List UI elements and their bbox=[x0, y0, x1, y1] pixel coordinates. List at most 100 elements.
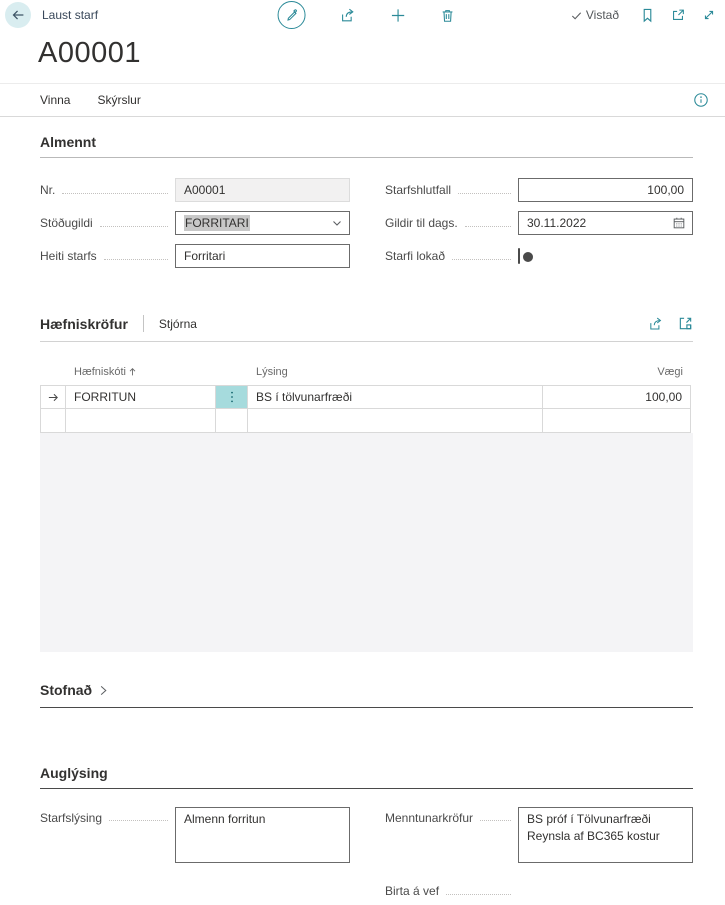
back-button[interactable] bbox=[5, 2, 31, 28]
column-label: Hæfniskóti bbox=[74, 366, 126, 378]
ellipsis-vertical-icon bbox=[230, 390, 234, 404]
starfslysing-textarea[interactable]: Almenn forritun bbox=[175, 807, 350, 863]
pencil-icon bbox=[283, 7, 299, 23]
empty-grid-slot bbox=[40, 879, 350, 903]
haefniskrofur-heading[interactable]: Hæfniskröfur bbox=[40, 316, 128, 332]
nr-input bbox=[175, 178, 350, 202]
active-row-indicator bbox=[40, 385, 66, 409]
page-title: A00001 bbox=[38, 37, 725, 70]
empty-cell[interactable] bbox=[66, 409, 216, 433]
dotted-leader bbox=[446, 894, 511, 895]
empty-cell[interactable] bbox=[543, 409, 691, 433]
share-button[interactable] bbox=[338, 6, 356, 24]
header-selector-cell bbox=[40, 366, 66, 378]
birta-a-vef-label: Birta á vef bbox=[385, 884, 439, 898]
plus-icon bbox=[389, 7, 406, 24]
cell-vaegi[interactable]: 100,00 bbox=[543, 385, 691, 409]
field-starfslysing: Starfslýsing Almenn forritun bbox=[40, 807, 350, 866]
edit-button[interactable] bbox=[277, 1, 305, 29]
part-share-button[interactable] bbox=[647, 315, 664, 332]
stofnad-heading[interactable]: Stofnað bbox=[40, 682, 693, 708]
field-starfshlutfall: Starfshlutfall bbox=[385, 178, 693, 202]
dotted-leader bbox=[109, 820, 168, 821]
column-header-vaegi[interactable]: Vægi bbox=[543, 366, 691, 378]
almennt-heading[interactable]: Almennt bbox=[40, 134, 693, 158]
gildir-til-dags-input[interactable] bbox=[518, 211, 693, 235]
part-icons bbox=[647, 315, 693, 332]
sort-ascending-icon bbox=[128, 367, 137, 377]
dotted-leader bbox=[100, 226, 168, 227]
info-button[interactable] bbox=[693, 92, 709, 108]
haefniskrofur-table: Hæfniskóti Lýsing Vægi FORRITUN BS í töl… bbox=[40, 366, 693, 652]
stodugildi-label: Stöðugildi bbox=[40, 216, 93, 230]
table-empty-area bbox=[40, 433, 693, 652]
empty-cell[interactable] bbox=[216, 409, 248, 433]
field-nr: Nr. bbox=[40, 178, 350, 202]
menu-bar: Vinna Skýrslur bbox=[0, 83, 725, 117]
dotted-leader bbox=[104, 259, 168, 260]
section-haefniskrofur: Hæfniskröfur Stjórna Hæfniskóti bbox=[0, 315, 725, 652]
field-starfi-lokad: Starfi lokað bbox=[385, 244, 693, 268]
section-stofnad: Stofnað bbox=[0, 682, 725, 708]
menntunarkrofur-label: Menntunarkröfur bbox=[385, 807, 473, 825]
column-header-lysing[interactable]: Lýsing bbox=[248, 366, 543, 378]
stodugildi-combobox[interactable]: FORRITARI bbox=[175, 211, 350, 235]
table-header-row: Hæfniskóti Lýsing Vægi bbox=[40, 366, 693, 385]
chevron-down-icon[interactable] bbox=[331, 217, 343, 229]
dotted-leader bbox=[480, 820, 511, 821]
share-icon bbox=[338, 6, 356, 24]
header-divider bbox=[143, 315, 144, 332]
back-arrow-icon bbox=[9, 6, 27, 24]
table-row: FORRITUN BS í tölvunarfræði 100,00 bbox=[40, 385, 693, 409]
dotted-leader bbox=[62, 193, 168, 194]
field-gildir-til-dags: Gildir til dags. bbox=[385, 211, 693, 235]
info-icon bbox=[693, 92, 709, 108]
row-options-button[interactable] bbox=[216, 385, 248, 409]
stofnad-label: Stofnað bbox=[40, 682, 92, 698]
delete-button[interactable] bbox=[439, 7, 455, 24]
field-birta-a-vef: Birta á vef bbox=[385, 879, 693, 903]
open-in-new-window-button[interactable] bbox=[670, 7, 686, 23]
page-caption: Laust starf bbox=[42, 8, 98, 22]
dotted-leader bbox=[452, 259, 511, 260]
starfslysing-label: Starfslýsing bbox=[40, 807, 102, 825]
column-header-haefniskoti[interactable]: Hæfniskóti bbox=[66, 366, 216, 378]
menntunarkrofur-textarea[interactable]: BS próf í Tölvunarfræði Reynsla af BC365… bbox=[518, 807, 693, 863]
cell-lysing[interactable]: BS í tölvunarfræði bbox=[248, 385, 543, 409]
empty-cell[interactable] bbox=[248, 409, 543, 433]
window-controls: Vistað bbox=[570, 7, 717, 23]
nr-label: Nr. bbox=[40, 183, 55, 197]
action-bar bbox=[277, 1, 455, 29]
save-status-label: Vistað bbox=[586, 8, 619, 22]
auglysing-heading[interactable]: Auglýsing bbox=[40, 765, 693, 789]
toggle-knob bbox=[505, 895, 515, 905]
menu-item-stjorna[interactable]: Stjórna bbox=[159, 317, 197, 331]
starfshlutfall-input[interactable] bbox=[518, 178, 693, 202]
field-stodugildi: Stöðugildi FORRITARI bbox=[40, 211, 350, 235]
chevron-right-icon bbox=[97, 684, 109, 697]
menu-item-vinna[interactable]: Vinna bbox=[40, 93, 70, 107]
toggle-knob bbox=[523, 252, 533, 262]
stodugildi-value: FORRITARI bbox=[184, 215, 250, 231]
menu-item-skyrslur[interactable]: Skýrslur bbox=[97, 93, 140, 107]
open-in-excel-button[interactable] bbox=[678, 316, 693, 331]
save-status: Vistað bbox=[570, 8, 619, 22]
expand-button[interactable] bbox=[701, 7, 717, 23]
checkmark-icon bbox=[570, 9, 583, 22]
new-button[interactable] bbox=[389, 7, 406, 24]
auglysing-fields: Starfslýsing Almenn forritun Menntunarkr… bbox=[40, 807, 693, 903]
box-arrow-icon bbox=[678, 316, 693, 331]
cell-haefniskoti[interactable]: FORRITUN bbox=[66, 385, 216, 409]
section-auglysing: Auglýsing Starfslýsing Almenn forritun M… bbox=[0, 765, 725, 903]
dotted-leader bbox=[465, 226, 511, 227]
empty-cell[interactable] bbox=[40, 409, 66, 433]
field-menntunarkrofur: Menntunarkröfur BS próf í Tölvunarfræði … bbox=[385, 807, 693, 866]
bookmark-icon bbox=[640, 7, 655, 23]
starfi-lokad-toggle[interactable] bbox=[518, 248, 520, 264]
bookmark-button[interactable] bbox=[640, 7, 655, 23]
share-icon bbox=[647, 315, 664, 332]
trash-icon bbox=[439, 7, 455, 24]
starfi-lokad-label: Starfi lokað bbox=[385, 249, 445, 263]
heiti-starfs-input[interactable] bbox=[175, 244, 350, 268]
starfshlutfall-label: Starfshlutfall bbox=[385, 183, 451, 197]
